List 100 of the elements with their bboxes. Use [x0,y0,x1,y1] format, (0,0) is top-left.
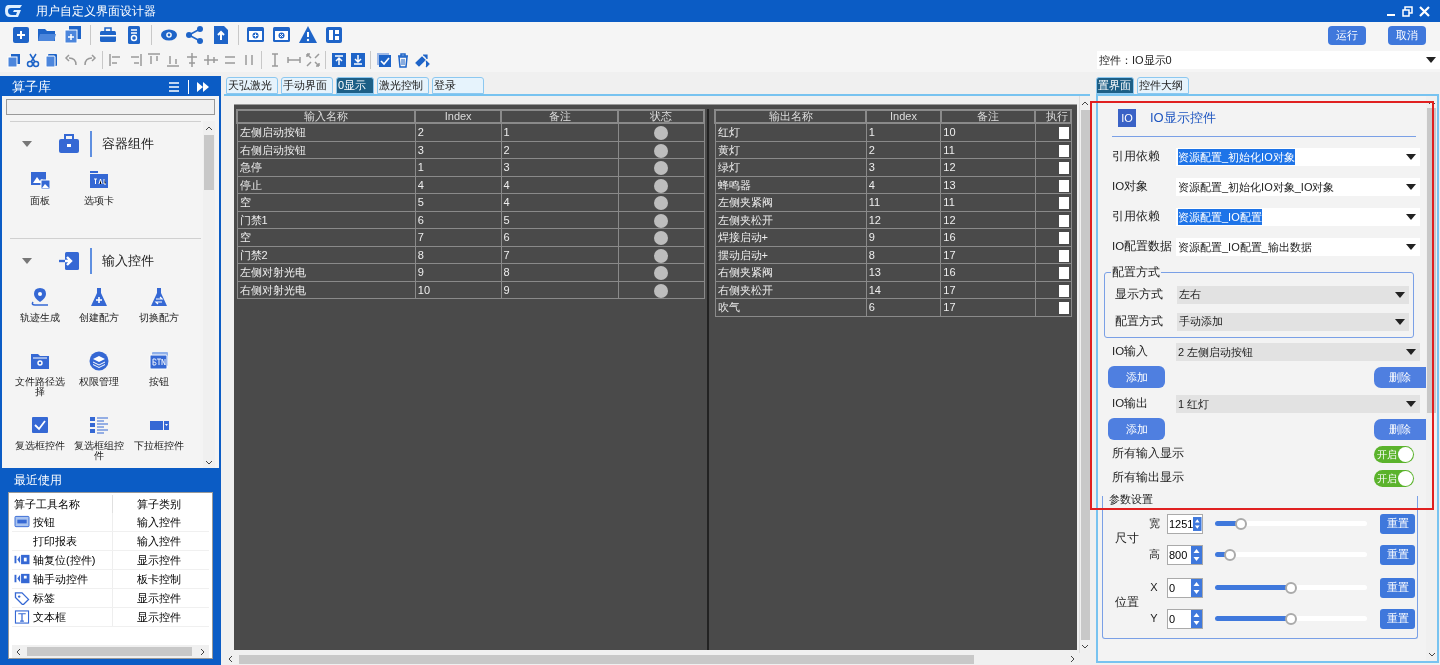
delete-button[interactable]: 删除 [1374,418,1426,440]
tab[interactable]: 控件大纲 [1137,77,1189,94]
spinner-arrows-icon[interactable] [1193,514,1202,533]
number-spinner[interactable]: 1251 [1167,513,1203,534]
checkbox-icon[interactable] [375,52,392,68]
layout-icon[interactable] [324,25,344,45]
component-label[interactable]: 文件路径选择 [12,377,67,397]
scroll-thumb[interactable] [27,647,192,656]
search-field[interactable] [6,99,215,115]
copy-icon[interactable] [5,52,22,68]
component-label[interactable]: 复选框组控件 [72,441,127,461]
tab-icon[interactable] [89,170,110,190]
scroll-right-icon[interactable] [200,647,206,656]
slider-thumb[interactable] [1224,548,1237,561]
tab[interactable]: 登录 [432,77,484,94]
close-icon[interactable] [1419,5,1430,17]
warning-icon[interactable] [298,25,318,45]
checkbox[interactable] [1058,214,1069,227]
checkbox[interactable] [1058,127,1069,140]
layers-icon[interactable] [89,351,110,371]
checklist-icon[interactable] [89,415,110,435]
btn-icon[interactable] [149,351,170,371]
number-spinner[interactable]: 0 [1167,577,1203,598]
checkbox[interactable] [1058,179,1069,192]
checkbox[interactable] [1058,302,1069,315]
scroll-right-icon[interactable] [1070,655,1076,663]
share-icon[interactable] [185,25,205,45]
scroll-up-icon[interactable] [205,125,213,131]
scissors-icon[interactable] [24,52,41,68]
reset-button[interactable]: 重置 [1380,544,1415,565]
list-row[interactable]: 文本框 显示控件 [12,608,209,627]
control-select[interactable]: 控件：IO显示0 [1097,51,1440,69]
scroll-down-icon[interactable] [205,460,213,466]
spinner-arrows-icon[interactable] [1191,578,1202,597]
component-label[interactable]: 权限管理 [72,377,127,387]
spinner-arrows-icon[interactable] [1191,609,1202,628]
section-header[interactable]: 输入控件 [10,238,201,283]
scrollbar[interactable] [203,121,215,468]
component-label[interactable]: 选项卡 [72,196,127,206]
checkbox[interactable] [1058,267,1069,280]
list-row[interactable]: 轴复位(控件) 显示控件 [12,551,209,570]
paste-icon[interactable] [43,52,60,68]
scroll-down-icon[interactable] [1081,644,1089,650]
dropdown[interactable]: 2 左侧启动按钮 [1176,343,1420,361]
section-header[interactable]: 容器组件 [10,121,201,166]
bring-to-top-icon[interactable] [330,52,347,68]
collapse-icon[interactable] [197,82,209,92]
component-label[interactable]: 切换配方 [132,313,187,323]
add-file-icon[interactable] [11,25,31,45]
component-label[interactable]: 下拉框控件 [132,441,187,451]
scrollbar[interactable] [12,645,209,658]
dropdown[interactable]: 资源配置_初始化IO对象 [1176,148,1420,166]
copy-icon[interactable] [63,25,83,45]
flask-swap-icon[interactable] [149,287,170,307]
add-button[interactable]: 添加 [1108,418,1165,440]
add-button[interactable]: 添加 [1108,366,1165,388]
reset-button[interactable]: 重置 [1380,608,1415,629]
scroll-thumb[interactable] [204,135,214,190]
scroll-left-icon[interactable] [227,655,233,663]
checkbox[interactable] [1058,232,1069,245]
dropdown[interactable]: 资源配置_初始化IO对象_IO对象 [1176,178,1420,196]
tab[interactable]: 天弘激光 [226,77,278,94]
component-label[interactable]: 按钮 [132,377,187,387]
scroll-down-icon[interactable] [1427,652,1436,658]
folder-pin-icon[interactable] [29,351,50,371]
redo-icon[interactable] [81,52,98,68]
upload-icon[interactable] [211,25,231,45]
checkbox[interactable] [1058,284,1069,297]
window-plus-icon[interactable] [246,25,266,45]
slider-thumb[interactable] [1285,581,1297,594]
checkbox[interactable] [1058,197,1069,210]
scroll-thumb[interactable] [239,654,974,664]
tab[interactable]: 置界面 [1096,77,1134,94]
scroll-thumb[interactable] [1427,108,1436,413]
tab[interactable]: 激光控制 [377,77,429,94]
menu-icon[interactable] [168,81,180,93]
location-pin-icon[interactable] [29,287,50,307]
flask-plus-icon[interactable] [89,287,110,307]
component-label[interactable]: 创建配方 [72,313,127,323]
fit-size-icon[interactable] [304,52,321,68]
component-label[interactable]: 轨迹生成 [12,313,67,323]
number-spinner[interactable]: 0 [1167,608,1203,629]
list-row[interactable]: 标签 显示控件 [12,589,209,608]
scrollbar[interactable] [224,653,1090,665]
list-row[interactable]: 按钮 输入控件 [12,513,209,532]
dropdown[interactable]: 手动添加 [1177,312,1409,331]
slider-thumb[interactable] [1234,517,1247,530]
spinner-arrows-icon[interactable] [1191,545,1202,564]
restore-icon[interactable] [1402,5,1413,17]
list-row[interactable]: 轴手动控件 板卡控制 [12,570,209,589]
delete-button[interactable]: 删除 [1374,366,1426,388]
list-row[interactable]: 打印报表 输入控件 [12,532,209,551]
run-button[interactable]: 运行 [1328,25,1366,45]
scroll-up-icon[interactable] [1081,100,1089,106]
tab[interactable]: 0显示 [336,77,374,94]
undo-icon[interactable] [62,52,79,68]
dropdown[interactable]: 资源配置_IO配置 [1176,208,1420,226]
dropdown[interactable]: 1 红灯 [1176,395,1420,413]
cancel-button[interactable]: 取消 [1388,25,1426,45]
checkbox[interactable] [1058,249,1069,262]
